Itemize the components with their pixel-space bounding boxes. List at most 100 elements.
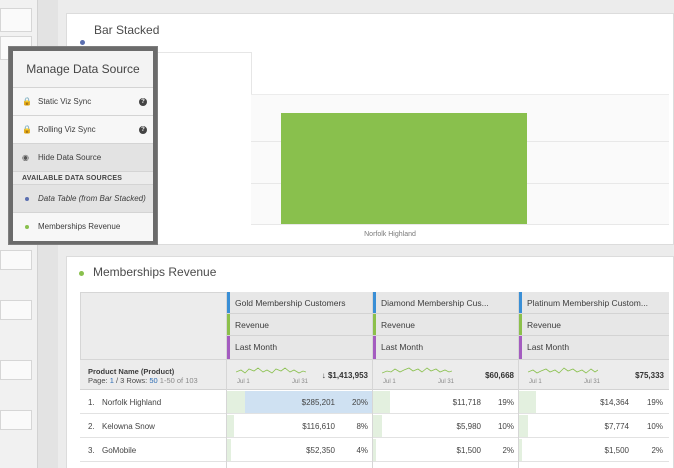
table-row[interactable]: 3. GoMobile $52,350 4% $1,500 2% $1,500 …	[80, 439, 669, 462]
eye-slash-icon: ◉	[22, 153, 29, 162]
rolling-viz-sync-option[interactable]: 🔒 Rolling Viz Sync ?	[13, 116, 153, 144]
cell-percent: 10%	[646, 422, 663, 431]
panel-title: Bar Stacked	[94, 23, 160, 37]
page-count: / 3	[115, 376, 125, 385]
source-color-dot	[25, 197, 29, 201]
column-segment-header[interactable]: Diamond Membership Cus...	[373, 292, 519, 314]
rows-label: Rows:	[126, 376, 148, 385]
cell-value: $116,610	[302, 422, 335, 431]
column-total: ↓ $1,413,953	[321, 371, 368, 380]
table-row[interactable]: 2. Kelowna Snow $116,610 8% $5,980 10% $…	[80, 415, 669, 438]
panel-color-dot	[79, 271, 84, 276]
sparkline	[382, 367, 452, 374]
source-label: Memberships Revenue	[38, 222, 121, 231]
help-icon[interactable]: ?	[139, 98, 147, 106]
cell-percent: 4%	[356, 446, 368, 455]
column-metric-header[interactable]: Revenue	[227, 314, 373, 336]
cell-value: $1,500	[456, 446, 481, 455]
cell-value: $5,980	[456, 422, 481, 431]
source-label: Data Table (from Bar Stacked)	[38, 194, 146, 203]
option-label: Rolling Viz Sync	[38, 125, 96, 134]
help-icon[interactable]: ?	[139, 126, 147, 134]
sparkline-end: Jul 31	[292, 379, 309, 385]
column-date-header[interactable]: Last Month	[227, 336, 373, 360]
cell-percent: 10%	[497, 422, 514, 431]
sparkline-start: Jul 1	[383, 379, 396, 385]
data-source-item[interactable]: Data Table (from Bar Stacked)	[13, 185, 153, 213]
cell-value: $1,500	[604, 446, 629, 455]
column-segment-header[interactable]: Gold Membership Customers	[227, 292, 373, 314]
row-number: 1.	[88, 398, 95, 407]
sparkline-start: Jul 1	[237, 379, 250, 385]
panel-title: Memberships Revenue	[93, 265, 217, 279]
column-total: $75,333	[635, 371, 664, 380]
table-header-corner	[80, 292, 227, 360]
rail-cell[interactable]	[0, 360, 32, 380]
trend-down-icon: ↓	[321, 371, 326, 380]
option-label: Static Viz Sync	[38, 97, 92, 106]
cell-value: $285,201	[301, 398, 335, 407]
manage-data-source-popup: Manage Data Source 🔒 Static Viz Sync ? 🔒…	[9, 47, 157, 244]
cell-percent: 2%	[651, 446, 663, 455]
x-tick-label: Norfolk Highland	[364, 231, 416, 238]
cell-bar	[519, 415, 528, 437]
panel-color-dot	[80, 40, 85, 45]
sparkline-end: Jul 31	[438, 379, 455, 385]
row-number: 3.	[88, 446, 95, 455]
pagination: Page: 1 / 3 Rows: 50 1-50 of 103	[88, 376, 198, 385]
sparkline	[236, 367, 306, 374]
hide-data-source-option[interactable]: ◉ Hide Data Source	[13, 144, 153, 172]
static-viz-sync-option[interactable]: 🔒 Static Viz Sync ?	[13, 88, 153, 116]
rail-cell[interactable]	[0, 410, 32, 430]
dimension-header[interactable]: Product Name (Product)	[88, 367, 174, 376]
page-number[interactable]: 1	[110, 376, 114, 385]
rail-cell[interactable]	[0, 8, 32, 32]
cell-value: $7,774	[604, 422, 629, 431]
column-date-header[interactable]: Last Month	[519, 336, 669, 360]
cell-bar	[227, 415, 234, 437]
table-summary-row: Product Name (Product) Page: 1 / 3 Rows:…	[80, 360, 669, 390]
cell-bar	[373, 415, 382, 437]
row-label[interactable]: GoMobile	[102, 446, 136, 455]
available-sources-heading: AVAILABLE DATA SOURCES	[13, 172, 153, 185]
lock-icon: 🔒	[22, 97, 32, 106]
cell-bar	[519, 391, 536, 413]
page-label: Page:	[88, 376, 108, 385]
data-source-item[interactable]: Memberships Revenue	[13, 213, 153, 241]
cell-percent: 20%	[351, 398, 368, 407]
baseline	[251, 224, 669, 225]
option-label: Hide Data Source	[38, 153, 102, 162]
rail-cell[interactable]	[0, 250, 32, 270]
sparkline-start: Jul 1	[529, 379, 542, 385]
column-total: $60,668	[485, 371, 514, 380]
cell-value: $52,350	[306, 446, 335, 455]
row-label[interactable]: Norfolk Highland	[102, 398, 161, 407]
bar-chart	[251, 94, 669, 225]
sparkline-end: Jul 31	[584, 379, 601, 385]
row-label[interactable]: Kelowna Snow	[102, 422, 155, 431]
cell-bar	[373, 391, 390, 413]
cell-bar	[373, 439, 376, 461]
column-divider	[226, 292, 227, 468]
cell-bar	[227, 439, 231, 461]
row-range: 1-50 of 103	[159, 376, 198, 385]
table-row[interactable]: 1. Norfolk Highland $285,201 20% $11,718…	[80, 391, 669, 414]
column-metric-header[interactable]: Revenue	[373, 314, 519, 336]
rows-per-page[interactable]: 50	[149, 376, 157, 385]
cell-percent: 19%	[497, 398, 514, 407]
popup-title: Manage Data Source	[13, 51, 153, 88]
cell-value: $14,364	[600, 398, 629, 407]
cell-percent: 2%	[502, 446, 514, 455]
cell-percent: 19%	[646, 398, 663, 407]
bar-norfolk-highland[interactable]	[281, 113, 527, 224]
column-metric-header[interactable]: Revenue	[519, 314, 669, 336]
rail-cell[interactable]	[0, 300, 32, 320]
sparkline	[528, 367, 598, 374]
cell-bar	[519, 439, 522, 461]
cell-value: $11,718	[452, 398, 481, 407]
cell-bar	[227, 391, 245, 413]
column-divider	[518, 292, 519, 468]
column-segment-header[interactable]: Platinum Membership Custom...	[519, 292, 669, 314]
column-date-header[interactable]: Last Month	[373, 336, 519, 360]
column-divider	[372, 292, 373, 468]
